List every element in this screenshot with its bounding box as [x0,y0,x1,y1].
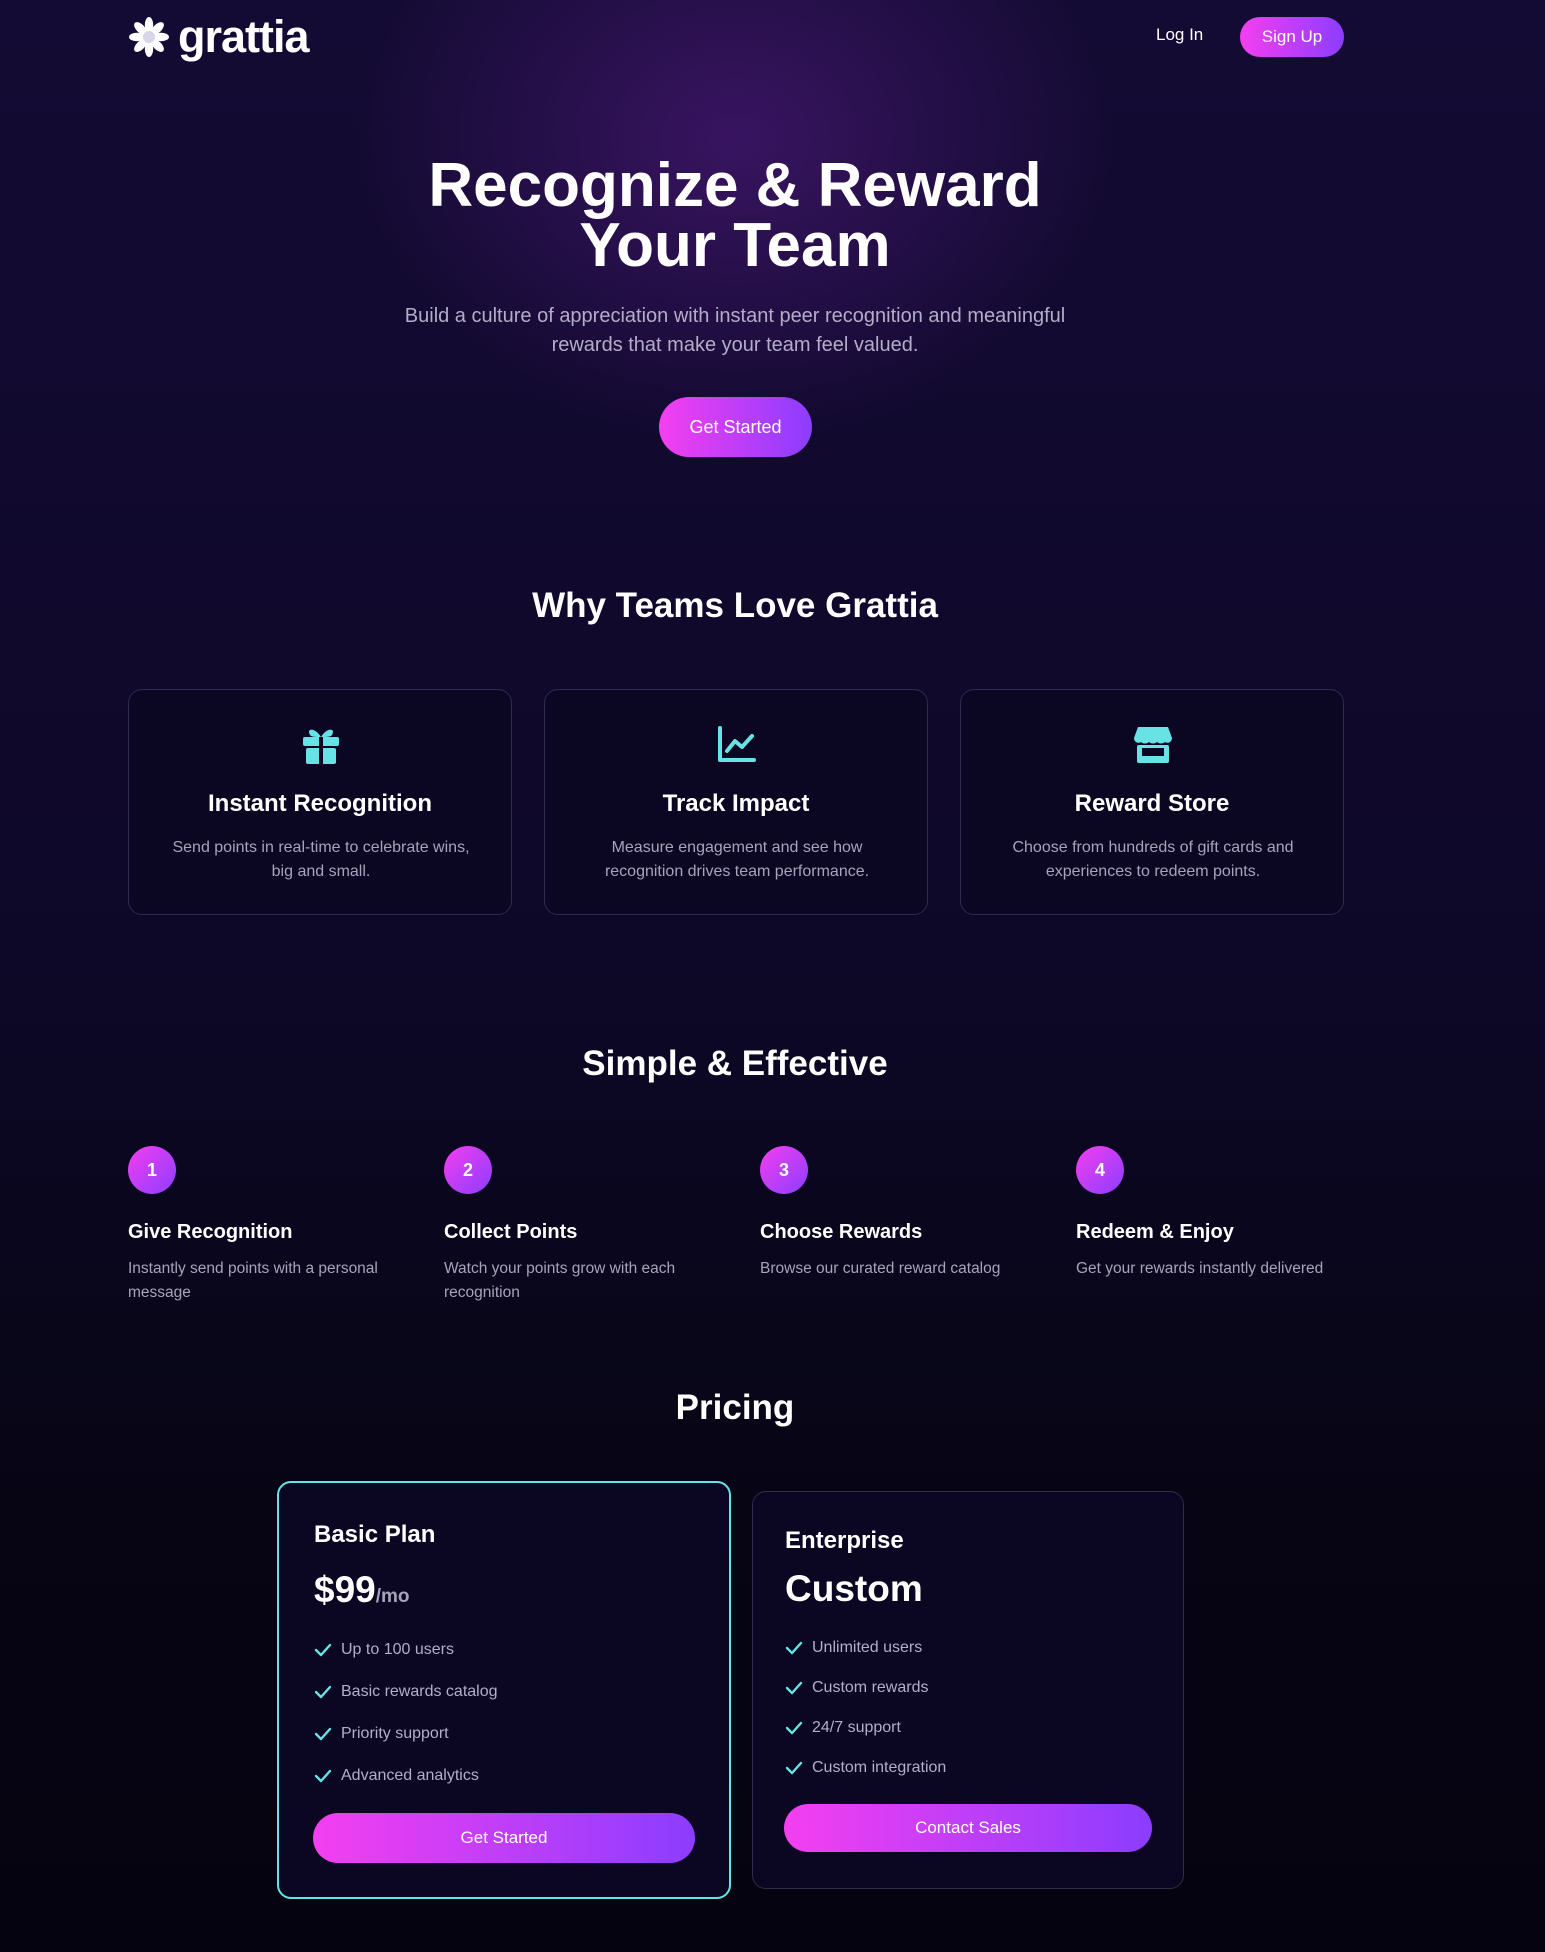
sparkle-logo-icon [129,17,169,57]
feature-title: Track Impact [662,790,810,817]
plan-feature-label: Custom rewards [812,1679,929,1696]
feature-card-reward-store: Reward Store Choose from hundreds of gif… [960,689,1344,915]
check-icon [314,1727,332,1741]
plan-feature-item: Up to 100 users [314,1629,498,1671]
logo[interactable]: grattia [128,11,310,62]
plan-price-period: /mo [375,1586,410,1607]
step-description: Watch your points grow with each recogni… [444,1257,724,1305]
check-icon [785,1721,803,1735]
landing-page: grattia Log In Sign Up Recognize & Rewar… [0,0,1545,1952]
chart-line-icon [718,726,756,762]
plan-feature-list: Unlimited users Custom rewards 24/7 supp… [785,1628,946,1788]
plan-feature-list: Up to 100 users Basic rewards catalog Pr… [314,1629,498,1797]
step-description-line: Browse our curated reward catalog [760,1260,1001,1277]
plan-feature-item: Custom integration [785,1748,946,1788]
hero-get-started-button[interactable]: Get Started [659,397,812,457]
check-icon [785,1681,803,1695]
plan-feature-label: Advanced analytics [341,1767,479,1784]
plan-price: $99/mo [314,1569,410,1611]
feature-description-line: big and small. [271,863,371,880]
feature-description: Send points in real-time to celebrate wi… [159,836,483,884]
hero-subtitle-line: Build a culture of appreciation with ins… [404,305,1066,327]
plan-price: Custom [785,1568,923,1609]
step-description-line: Watch your points grow with each [444,1260,676,1277]
step-description-line: Get your rewards instantly delivered [1076,1260,1324,1277]
step-redeem-enjoy: 4 Redeem & Enjoy Get your rewards instan… [1076,1146,1356,1281]
plan-feature-label: Unlimited users [812,1639,923,1656]
plan-name: Enterprise [785,1527,904,1554]
step-number-badge: 4 [1076,1146,1124,1194]
feature-description-line: Choose from hundreds of gift cards and [1012,839,1294,856]
plan-feature-item: Priority support [314,1713,498,1755]
feature-description: Measure engagement and see how recogniti… [575,836,899,884]
check-icon [314,1685,332,1699]
step-collect-points: 2 Collect Points Watch your points grow … [444,1146,724,1305]
check-icon [314,1643,332,1657]
pricing-card-basic: Basic Plan $99/mo Up to 100 users Basic … [277,1481,731,1899]
plan-price-amount: $99 [314,1569,376,1610]
step-choose-rewards: 3 Choose Rewards Browse our curated rewa… [760,1146,1040,1281]
features-title: Why Teams Love Grattia [532,586,938,625]
feature-card-instant-recognition: Instant Recognition Send points in real-… [128,689,512,915]
hero-subtitle: Build a culture of appreciation with ins… [380,302,1090,360]
step-number-badge: 3 [760,1146,808,1194]
hero-title: Recognize & Reward Your Team [0,151,1470,280]
check-icon [785,1641,803,1655]
feature-card-track-impact: Track Impact Measure engagement and see … [544,689,928,915]
hero-subtitle-line: rewards that make your team feel valued. [551,334,919,356]
check-icon [314,1769,332,1783]
step-title: Give Recognition [128,1221,293,1243]
plan-feature-label: Basic rewards catalog [341,1683,498,1700]
plan-feature-label: Up to 100 users [341,1641,454,1658]
contact-sales-button[interactable]: Contact Sales [784,1804,1152,1852]
plan-name: Basic Plan [314,1521,436,1548]
step-description: Browse our curated reward catalog [760,1257,1040,1281]
plan-feature-item: Basic rewards catalog [314,1671,498,1713]
feature-description-line: experiences to redeem points. [1045,863,1261,880]
signup-button[interactable]: Sign Up [1240,17,1344,57]
step-description: Get your rewards instantly delivered [1076,1257,1356,1281]
step-title: Choose Rewards [760,1221,923,1243]
basic-get-started-button[interactable]: Get Started [313,1813,695,1863]
feature-description-line: Measure engagement and see how [611,839,863,856]
store-icon [1134,727,1172,763]
gift-icon [303,729,339,764]
plan-feature-item: 24/7 support [785,1708,946,1748]
feature-description-line: Send points in real-time to celebrate wi… [172,839,470,856]
feature-description: Choose from hundreds of gift cards and e… [991,836,1315,884]
feature-title: Instant Recognition [208,790,432,817]
plan-feature-item: Advanced analytics [314,1755,498,1797]
check-icon [785,1761,803,1775]
plan-feature-item: Custom rewards [785,1668,946,1708]
step-title: Redeem & Enjoy [1076,1221,1234,1243]
pricing-card-enterprise: Enterprise Custom Unlimited users Custom… [752,1491,1184,1889]
plan-feature-label: Custom integration [812,1759,947,1776]
feature-description-line: recognition drives team performance. [604,863,870,880]
step-description-line: Instantly send points with a personal [128,1260,378,1277]
step-number-badge: 1 [128,1146,176,1194]
step-description: Instantly send points with a personal me… [128,1257,408,1305]
step-number-badge: 2 [444,1146,492,1194]
plan-feature-item: Unlimited users [785,1628,946,1668]
step-description-line: recognition [444,1284,520,1301]
hero-title-line: Recognize & Reward [428,151,1042,220]
plan-feature-label: Priority support [341,1725,449,1742]
header: grattia Log In Sign Up [128,12,1344,62]
step-give-recognition: 1 Give Recognition Instantly send points… [128,1146,408,1305]
logo-text: grattia [178,11,310,62]
pricing-title: Pricing [675,1388,795,1427]
login-link[interactable]: Log In [1156,25,1203,45]
step-description-line: message [128,1284,191,1301]
hero-title-line: Your Team [579,211,891,280]
step-title: Collect Points [444,1221,578,1243]
steps-title: Simple & Effective [582,1044,888,1083]
feature-title: Reward Store [1074,790,1230,817]
plan-feature-label: 24/7 support [812,1719,901,1736]
